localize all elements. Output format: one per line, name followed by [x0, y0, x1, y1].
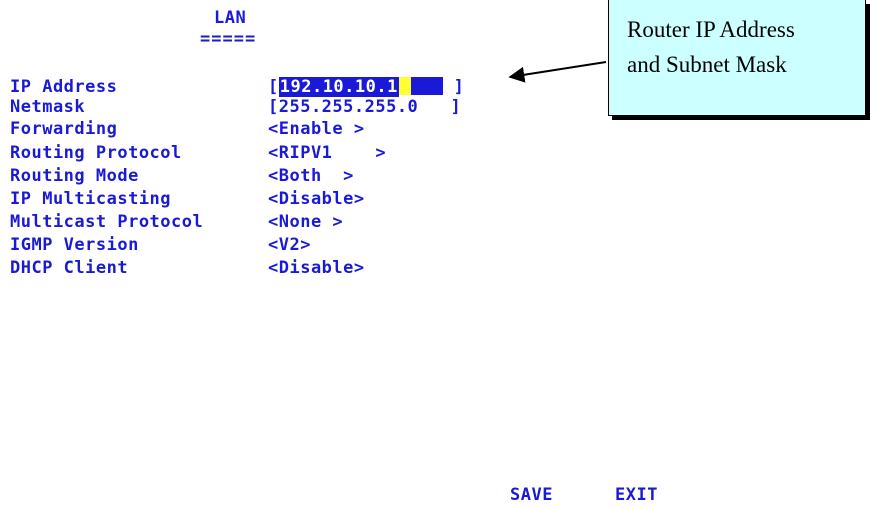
callout-arrow	[508, 61, 607, 83]
